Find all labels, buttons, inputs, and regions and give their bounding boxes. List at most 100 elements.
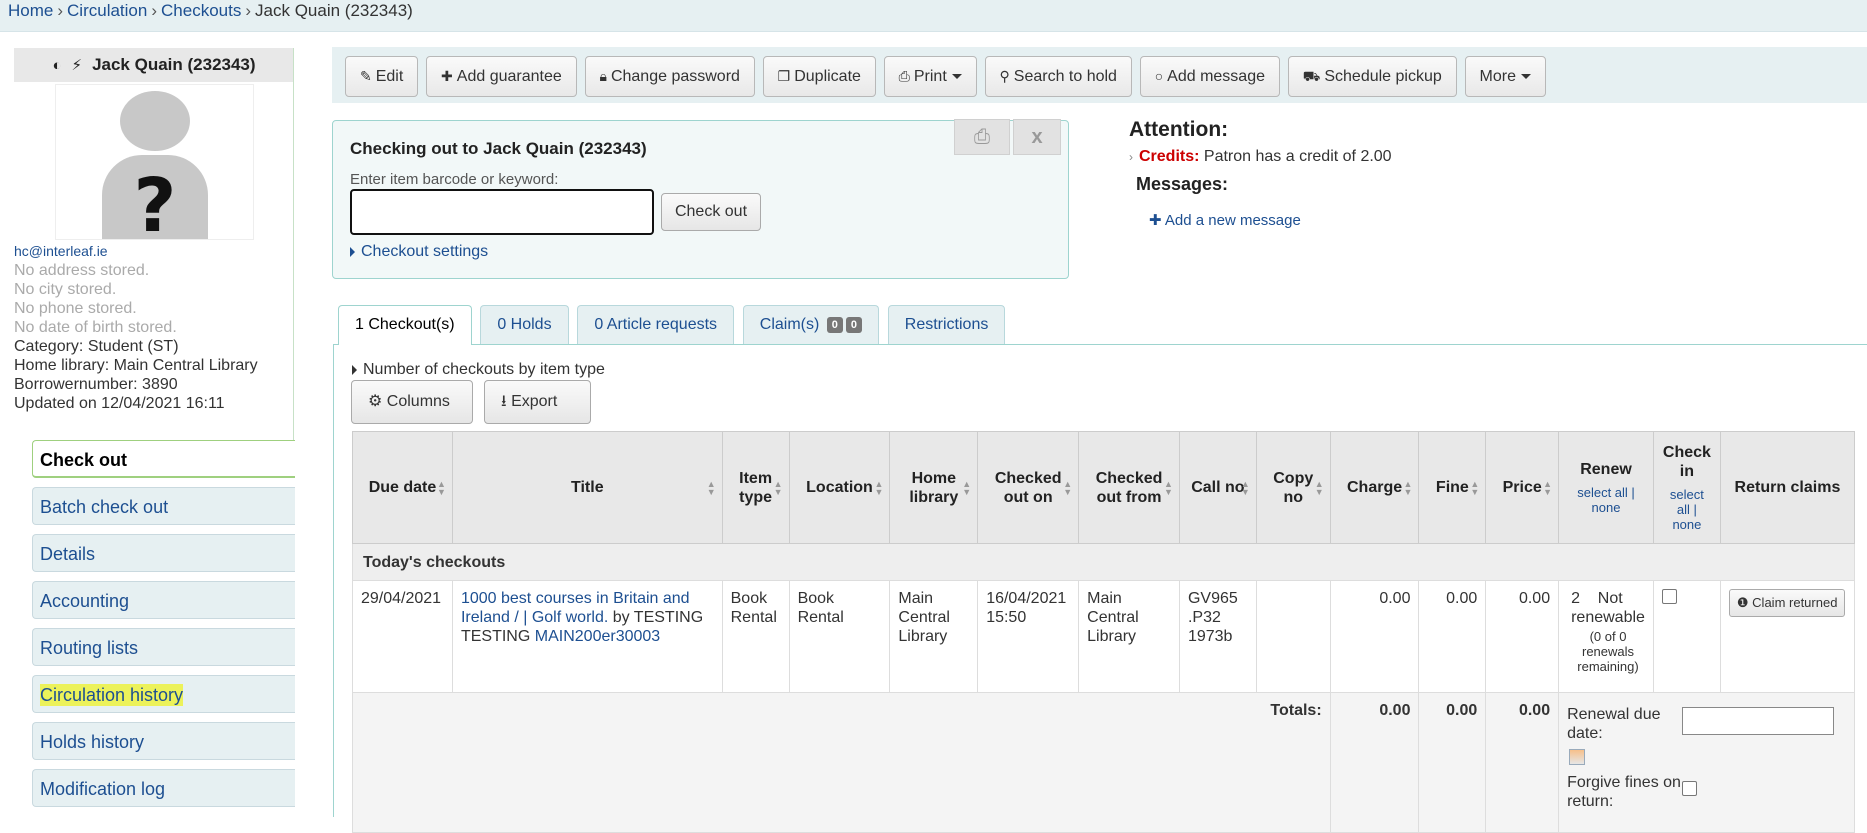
edit-button[interactable]: ✎ Edit [345, 56, 419, 97]
add-message-button[interactable]: ○ Add message [1139, 56, 1280, 97]
breadcrumb-home[interactable]: Home [8, 1, 53, 20]
sort-icon: ▲ ▼ [962, 478, 972, 497]
plus-icon: ✚ [1149, 212, 1162, 229]
total-fine: 0.00 [1418, 692, 1487, 833]
renewal-due-date-input[interactable] [1682, 707, 1835, 735]
cell-fine: 0.00 [1418, 580, 1487, 693]
col-home-library[interactable]: Home library ▲ ▼ [889, 431, 979, 544]
tab-checkouts[interactable]: 1 Checkout(s) [338, 305, 472, 345]
search-to-hold-button[interactable]: ⚲ Search to hold [984, 56, 1132, 97]
barcode-link[interactable]: MAIN200er30003 [535, 628, 660, 645]
credits-text: Patron has a credit of 2.00 [1203, 148, 1392, 165]
col-item-type[interactable]: Item type ▲ ▼ [721, 431, 790, 544]
renew-note: (0 of 0 renewals remaining) [1577, 629, 1639, 674]
print-slip-button[interactable]: ⎙ [954, 119, 1010, 155]
patron-address: No address stored. [14, 262, 150, 279]
check-out-button[interactable]: Check out [661, 193, 761, 231]
sidebar-item-routing-lists[interactable]: Routing lists [32, 628, 295, 666]
caret-right-icon [350, 246, 355, 257]
search-icon: ⚲ [999, 68, 1010, 84]
checkout-settings-toggle[interactable]: Checkout settings [350, 243, 488, 261]
cell-renew: 2 Not renewable (0 of 0 renewals remaini… [1558, 580, 1654, 693]
sidebar-item-accounting[interactable]: Accounting [32, 581, 295, 619]
col-charge[interactable]: Charge ▲ ▼ [1329, 431, 1420, 544]
sidebar-item-holds-history[interactable]: Holds history [32, 722, 295, 760]
credits-label: Credits: [1139, 148, 1200, 165]
tab-claims[interactable]: Claim(s) 00 [742, 305, 880, 344]
total-price: 0.00 [1485, 692, 1560, 833]
col-title[interactable]: Title ▲ ▼ [451, 431, 723, 544]
tab-restrictions[interactable]: Restrictions [887, 305, 1006, 344]
barcode-input[interactable] [350, 189, 654, 235]
patron-nav: Check out Batch check out Details Accoun… [32, 440, 295, 816]
patron-email-link[interactable]: hc@interleaf.ie [14, 243, 108, 259]
col-checked-out-on[interactable]: Checked out on ▲ ▼ [977, 431, 1080, 544]
forgive-fines-checkbox[interactable] [1682, 781, 1698, 796]
credits-notice: › Credits: Patron has a credit of 2.00 [1129, 148, 1849, 166]
col-call-no[interactable]: Call no ▲ ▼ [1178, 431, 1257, 544]
patron-borrowernumber: Borrowernumber: 3890 [14, 376, 178, 393]
checkin-checkbox[interactable] [1661, 589, 1677, 604]
sidebar-item-modification-log[interactable]: Modification log [32, 769, 295, 807]
lock-icon: 🔒︎ [599, 68, 607, 84]
export-button[interactable]: ⭳ Export [484, 380, 591, 424]
checkout-title: Checking out to Jack Quain (232343) [350, 139, 647, 158]
add-guarantee-button[interactable]: ✚ Add guarantee [426, 56, 577, 97]
cell-item-type: Book Rental [721, 580, 790, 693]
change-password-button[interactable]: 🔒︎ Change password [584, 56, 755, 97]
col-copy-no[interactable]: Copy no ▲ ▼ [1255, 431, 1331, 544]
print-icon: ⎙ [898, 68, 910, 84]
patron-dob: No date of birth stored. [14, 319, 177, 336]
tab-article-requests[interactable]: 0 Article requests [577, 305, 735, 344]
cell-due-date: 29/04/2021 [352, 580, 453, 693]
renew-select-all-none[interactable]: select all | none [1567, 485, 1645, 515]
cell-check-in [1652, 580, 1721, 693]
cell-copy-no [1255, 580, 1331, 693]
messages-title: Messages: [1136, 174, 1229, 194]
patron-updated: Updated on 12/04/2021 16:11 [14, 395, 225, 412]
cell-return-claims: ❶ Claim returned [1719, 580, 1856, 693]
pencil-icon: ✎ [360, 68, 372, 84]
group-label: Today's checkouts [352, 543, 1855, 581]
sidebar-item-batch-check-out[interactable]: Batch check out [32, 487, 295, 525]
checkin-select-all-none[interactable]: select all | none [1662, 487, 1712, 532]
forgive-fines-label: Forgive fines on return: [1567, 774, 1681, 810]
col-fine[interactable]: Fine ▲ ▼ [1418, 431, 1487, 544]
duplicate-button[interactable]: ❐ Duplicate [762, 56, 876, 97]
claim-returned-button[interactable]: ❶ Claim returned [1728, 589, 1846, 617]
group-row: Today's checkouts [352, 543, 1855, 581]
cell-title: 1000 best courses in Britain and Ireland… [451, 580, 723, 693]
checkouts-by-type-toggle[interactable]: Number of checkouts by item type [352, 361, 605, 379]
more-dropdown-button[interactable]: More [1464, 56, 1546, 97]
breadcrumb-circulation[interactable]: Circulation [67, 1, 147, 20]
table-header-row: Due date ▲ ▼ Title ▲ ▼ Item type ▲ ▼ Location ▲… [352, 431, 1856, 544]
sidebar-item-details[interactable]: Details [32, 534, 295, 572]
breadcrumb-checkouts[interactable]: Checkouts [161, 1, 241, 20]
add-new-message-link[interactable]: ✚ Add a new message [1149, 211, 1849, 229]
col-checked-out-from[interactable]: Checked out from ▲ ▼ [1078, 431, 1180, 544]
sort-icon: ▲ ▼ [706, 478, 716, 497]
sidebar-item-check-out[interactable]: Check out [32, 440, 295, 478]
renew-status: Not renewable [1571, 590, 1645, 626]
patron-home-library: Home library: Main Central Library [14, 357, 258, 374]
cell-price: 0.00 [1485, 580, 1560, 693]
columns-button[interactable]: ⚙︎ Columns [351, 380, 473, 424]
col-due-date[interactable]: Due date ▲ ▼ [352, 431, 453, 544]
plus-icon: ✚ [441, 68, 453, 84]
calendar-icon[interactable] [1569, 749, 1586, 765]
sidebar-item-circulation-history[interactable]: Circulation history [32, 675, 295, 713]
tab-holds[interactable]: 0 Holds [480, 305, 569, 344]
schedule-pickup-button[interactable]: ⛟ Schedule pickup [1287, 56, 1457, 97]
claims-badge-resolved: 0 [845, 316, 863, 333]
sort-icon: ▲ ▼ [1543, 478, 1553, 497]
col-location[interactable]: Location ▲ ▼ [788, 431, 891, 544]
info-icon: ❶ [1736, 595, 1749, 610]
cell-checked-out-on: 16/04/2021 15:50 [977, 580, 1080, 693]
cell-charge: 0.00 [1329, 580, 1420, 693]
cell-home-library: Main Central Library [889, 580, 979, 693]
col-price[interactable]: Price ▲ ▼ [1485, 431, 1560, 544]
close-button[interactable]: x [1013, 119, 1061, 155]
sort-icon: ▲ ▼ [1403, 478, 1413, 497]
col-check-in: Check in select all | none [1652, 431, 1721, 544]
print-dropdown-button[interactable]: ⎙ Print [883, 56, 977, 97]
